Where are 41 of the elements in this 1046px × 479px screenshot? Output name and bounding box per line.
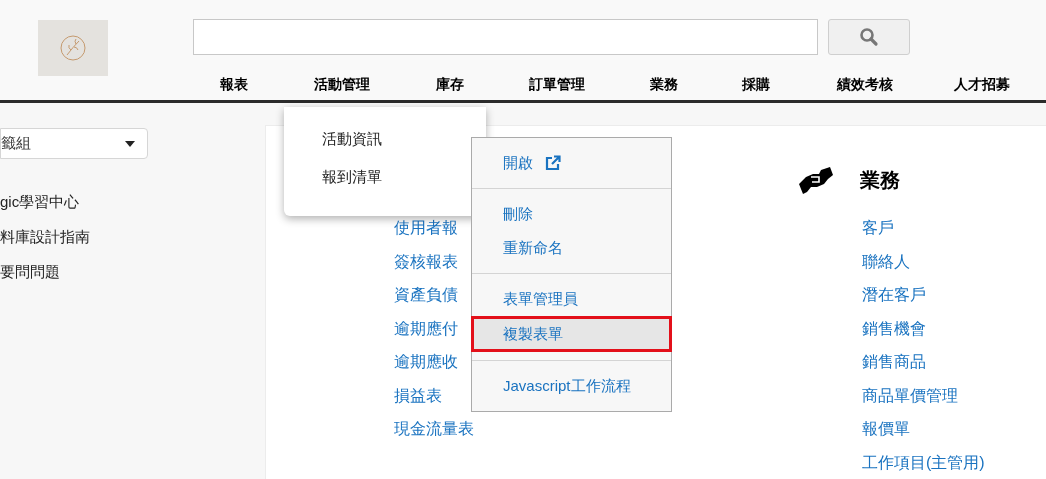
sidebar-link[interactable]: 要問問題	[0, 260, 148, 283]
nav-link[interactable]: 訂單管理	[529, 74, 585, 95]
sidebar-link[interactable]: gic學習中心	[0, 190, 148, 213]
business-link[interactable]: 銷售商品	[862, 350, 985, 384]
report-link[interactable]: 損益表	[394, 383, 474, 417]
logo	[38, 20, 108, 76]
nav-link[interactable]: 報表	[220, 74, 248, 95]
menu-item[interactable]: 重新命名	[472, 231, 671, 265]
nav-link[interactable]: 採購	[742, 74, 770, 95]
menu-item[interactable]: Javascript工作流程	[472, 369, 671, 403]
menu-item[interactable]: 複製表單	[471, 316, 672, 352]
menu-item[interactable]: 開啟	[472, 146, 671, 180]
business-link[interactable]: 潛在客戶	[862, 283, 985, 317]
nav-link[interactable]: 業務	[650, 74, 678, 95]
search-icon	[859, 27, 879, 47]
business-link[interactable]: 銷售機會	[862, 316, 985, 350]
report-link[interactable]: 使用者報	[394, 216, 474, 250]
report-link[interactable]: 現金流量表	[394, 417, 474, 451]
search-field[interactable]	[193, 19, 818, 55]
nav-link[interactable]: 活動管理	[314, 74, 370, 95]
sidebar-link[interactable]: 料庫設計指南	[0, 225, 148, 248]
report-link[interactable]: 逾期應付	[394, 316, 474, 350]
report-link[interactable]: 簽核報表	[394, 249, 474, 283]
business-link[interactable]: 客戶	[862, 216, 985, 250]
business-link[interactable]: 聯絡人	[862, 249, 985, 283]
menu-item[interactable]: 刪除	[472, 197, 671, 231]
business-link[interactable]: 商品單價管理	[862, 383, 985, 417]
caret-icon	[125, 140, 135, 147]
search-button[interactable]	[828, 19, 910, 55]
report-link[interactable]: 逾期應收	[394, 350, 474, 384]
nav-link[interactable]: 庫存	[436, 74, 464, 95]
report-link[interactable]: 資產負債	[394, 283, 474, 317]
nav-link[interactable]: 績效考核	[837, 74, 893, 95]
business-link[interactable]: 報價單	[862, 417, 985, 451]
select-field[interactable]: 籤組	[0, 128, 148, 159]
business-link[interactable]: 工作項目(主管用)	[862, 450, 985, 479]
handshake-icon	[797, 165, 834, 195]
section-title: 業務	[860, 168, 900, 193]
external-link-icon	[545, 155, 561, 171]
nav-link[interactable]: 人才招募	[954, 74, 1010, 95]
menu-item[interactable]: 表單管理員	[472, 282, 671, 316]
